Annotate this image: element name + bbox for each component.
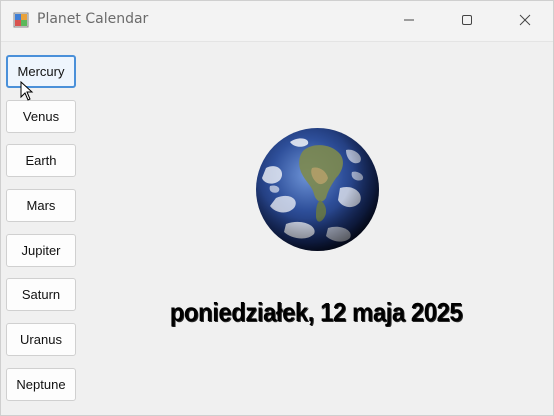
saturn-button[interactable]: Saturn: [6, 278, 76, 311]
title-bar[interactable]: Planet Calendar: [1, 1, 553, 42]
uranus-button[interactable]: Uranus: [6, 323, 76, 356]
venus-button[interactable]: Venus: [6, 100, 76, 133]
minimize-icon: [404, 19, 414, 21]
window-title: Planet Calendar: [37, 11, 149, 27]
mouse-cursor-icon: [20, 81, 34, 101]
close-icon: [519, 14, 531, 26]
mercury-button[interactable]: Mercury: [6, 55, 76, 88]
mars-button[interactable]: Mars: [6, 189, 76, 222]
maximize-button[interactable]: [438, 1, 496, 39]
earth-image: [256, 128, 379, 251]
date-display: poniedziałek, 12 maja 2025: [169, 297, 463, 327]
maximize-icon: [462, 15, 472, 25]
app-icon: [13, 12, 29, 28]
close-button[interactable]: [496, 1, 554, 39]
jupiter-button[interactable]: Jupiter: [6, 234, 76, 267]
neptune-button[interactable]: Neptune: [6, 368, 76, 401]
planet-calendar-window: Planet Calendar Mercury Venus Earth Mars…: [0, 0, 554, 416]
earth-button[interactable]: Earth: [6, 144, 76, 177]
minimize-button[interactable]: [380, 1, 438, 39]
